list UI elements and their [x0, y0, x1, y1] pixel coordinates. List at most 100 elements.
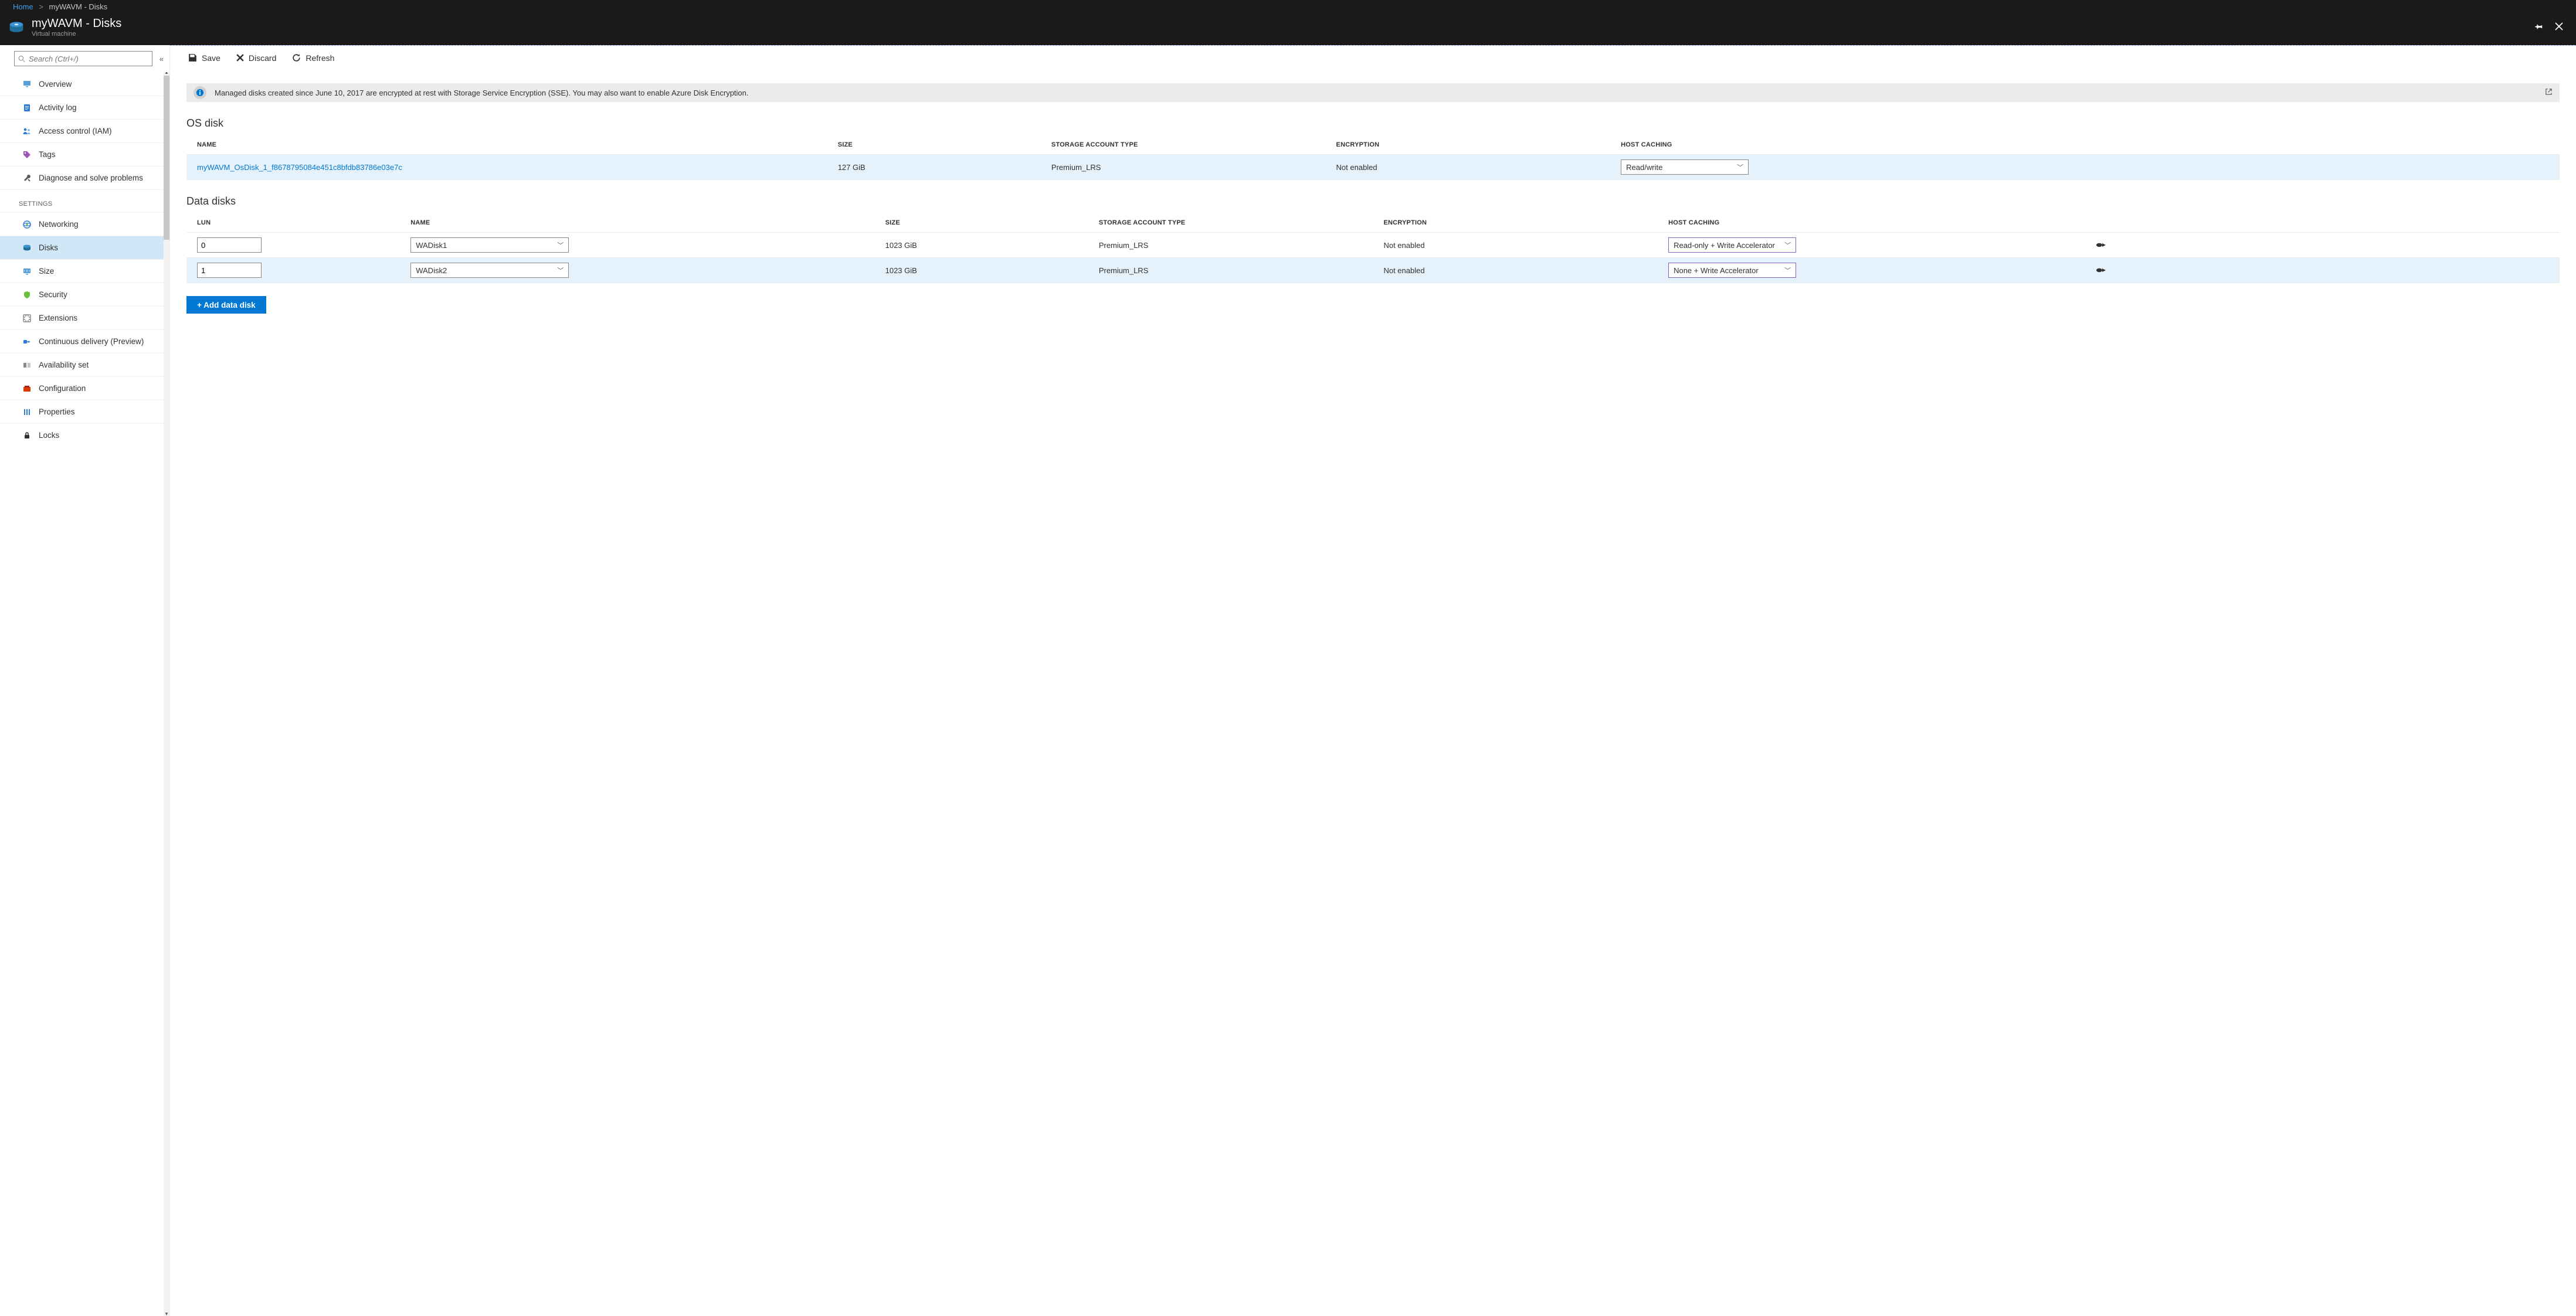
host-caching-value: None + Write Accelerator [1674, 266, 1759, 275]
disk-encryption: Not enabled [1373, 233, 1658, 258]
sidebar-item-iam[interactable]: Access control (IAM) [0, 119, 164, 142]
host-caching-value: Read-only + Write Accelerator [1674, 241, 1775, 250]
host-caching-dropdown[interactable]: None + Write Accelerator ﹀ [1668, 263, 1796, 278]
os-disk-table: NAME SIZE STORAGE ACCOUNT TYPE ENCRYPTIO… [186, 135, 2560, 180]
disk-size: 1023 GiB [875, 258, 1088, 283]
breadcrumb-separator: > [39, 2, 43, 11]
page-title: myWAVM - Disks [32, 17, 121, 30]
disk-name-dropdown[interactable]: WADisk2 ﹀ [410, 263, 569, 278]
disk-name-dropdown[interactable]: WADisk1 ﹀ [410, 237, 569, 253]
sidebar-item-disks[interactable]: Disks [0, 236, 164, 259]
sidebar-item-tag[interactable]: Tags [0, 142, 164, 166]
data-disks-heading: Data disks [186, 195, 2560, 208]
props-icon [22, 407, 32, 417]
os-disk-caching-dropdown[interactable]: Read/write ﹀ [1621, 159, 1749, 175]
discard-label: Discard [249, 53, 276, 63]
sidebar: « Overview Activity log Access control (… [0, 45, 170, 1316]
write-accelerator-icon[interactable] [2096, 266, 2554, 274]
os-disk-caching-value: Read/write [1626, 163, 1662, 172]
sidebar-item-wrench[interactable]: Diagnose and solve problems [0, 166, 164, 189]
chevron-down-icon: ﹀ [557, 266, 564, 275]
monitor-icon [22, 79, 32, 89]
disk-name-value: WADisk2 [416, 266, 447, 275]
os-disk-heading: OS disk [186, 117, 2560, 130]
sidebar-item-label: Diagnose and solve problems [39, 174, 143, 182]
refresh-label: Refresh [306, 53, 334, 63]
os-disk-size: 127 GiB [827, 155, 1041, 180]
save-button[interactable]: Save [188, 53, 220, 63]
scroll-down-icon[interactable]: ▼ [164, 1310, 169, 1316]
lun-input[interactable] [197, 237, 262, 253]
data-disks-table: LUN NAME SIZE STORAGE ACCOUNT TYPE ENCRY… [186, 213, 2560, 283]
config-icon [22, 384, 32, 393]
pin-icon[interactable] [2535, 22, 2543, 33]
iam-icon [22, 127, 32, 136]
disk-encryption: Not enabled [1373, 258, 1658, 283]
popout-icon[interactable] [2545, 88, 2553, 97]
disk-size: 1023 GiB [875, 233, 1088, 258]
disk-storage: Premium_LRS [1088, 258, 1373, 283]
collapse-sidebar-icon[interactable]: « [159, 55, 164, 63]
log-icon [22, 103, 32, 113]
sidebar-item-config[interactable]: Configuration [0, 376, 164, 400]
sidebar-item-net[interactable]: Networking [0, 212, 164, 236]
refresh-icon [291, 53, 301, 63]
sidebar-item-cd[interactable]: Continuous delivery (Preview) [0, 329, 164, 353]
title-bar: myWAVM - Disks Virtual machine [0, 13, 2576, 45]
col-storage: STORAGE ACCOUNT TYPE [1041, 135, 1326, 155]
sidebar-item-ext[interactable]: Extensions [0, 306, 164, 329]
page-subtitle: Virtual machine [32, 30, 121, 38]
host-caching-dropdown[interactable]: Read-only + Write Accelerator ﹀ [1668, 237, 1796, 253]
discard-icon [236, 53, 245, 62]
sidebar-item-avail[interactable]: Availability set [0, 353, 164, 376]
disks-resource-icon [8, 19, 25, 36]
size-icon [22, 267, 32, 276]
shield-icon [22, 290, 32, 300]
sidebar-scrollbar-track[interactable]: ▲ ▼ [164, 72, 169, 1316]
lun-input[interactable] [197, 263, 262, 278]
search-input[interactable] [29, 55, 148, 63]
sidebar-item-label: Networking [39, 220, 79, 229]
net-icon [22, 220, 32, 229]
sidebar-item-shield[interactable]: Security [0, 283, 164, 306]
main-pane: Save Discard Refresh Managed disks creat… [170, 45, 2576, 1316]
sidebar-item-label: Continuous delivery (Preview) [39, 337, 144, 346]
refresh-button[interactable]: Refresh [291, 53, 334, 63]
discard-button[interactable]: Discard [236, 53, 276, 63]
sidebar-item-label: Extensions [39, 314, 77, 322]
disks-icon [22, 243, 32, 253]
sidebar-item-label: Activity log [39, 103, 77, 112]
data-disk-row[interactable]: WADisk1 ﹀ 1023 GiB Premium_LRS Not enabl… [186, 233, 2560, 258]
wrench-icon [22, 174, 32, 183]
write-accelerator-icon[interactable] [2096, 241, 2554, 249]
ext-icon [22, 314, 32, 323]
sidebar-section-settings: SETTINGS [0, 189, 164, 212]
col-caching: HOST CACHING [1658, 213, 2085, 233]
tag-icon [22, 150, 32, 159]
sidebar-item-monitor[interactable]: Overview [0, 72, 164, 96]
disk-storage: Premium_LRS [1088, 233, 1373, 258]
sidebar-search[interactable] [14, 51, 152, 66]
sidebar-item-log[interactable]: Activity log [0, 96, 164, 119]
sidebar-item-label: Access control (IAM) [39, 127, 112, 135]
col-storage: STORAGE ACCOUNT TYPE [1088, 213, 1373, 233]
breadcrumb-home[interactable]: Home [13, 2, 33, 11]
close-icon[interactable] [2555, 22, 2563, 33]
col-encryption: ENCRYPTION [1326, 135, 1611, 155]
chevron-down-icon: ﹀ [557, 240, 564, 250]
os-disk-row[interactable]: myWAVM_OsDisk_1_f8678795084e451c8bfdb837… [186, 155, 2560, 180]
sidebar-item-lock[interactable]: Locks [0, 423, 164, 447]
col-encryption: ENCRYPTION [1373, 213, 1658, 233]
data-disk-row[interactable]: WADisk2 ﹀ 1023 GiB Premium_LRS Not enabl… [186, 258, 2560, 283]
sidebar-item-label: Locks [39, 431, 59, 440]
col-size: SIZE [827, 135, 1041, 155]
add-data-disk-button[interactable]: + Add data disk [186, 296, 266, 314]
sidebar-item-size[interactable]: Size [0, 259, 164, 283]
sidebar-scrollbar-thumb[interactable] [164, 76, 169, 240]
chevron-down-icon: ﹀ [1784, 266, 1791, 275]
sidebar-item-label: Overview [39, 80, 72, 89]
sidebar-item-props[interactable]: Properties [0, 400, 164, 423]
os-disk-name-link[interactable]: myWAVM_OsDisk_1_f8678795084e451c8bfdb837… [197, 163, 402, 172]
sidebar-item-label: Security [39, 290, 67, 299]
os-disk-storage: Premium_LRS [1041, 155, 1326, 180]
